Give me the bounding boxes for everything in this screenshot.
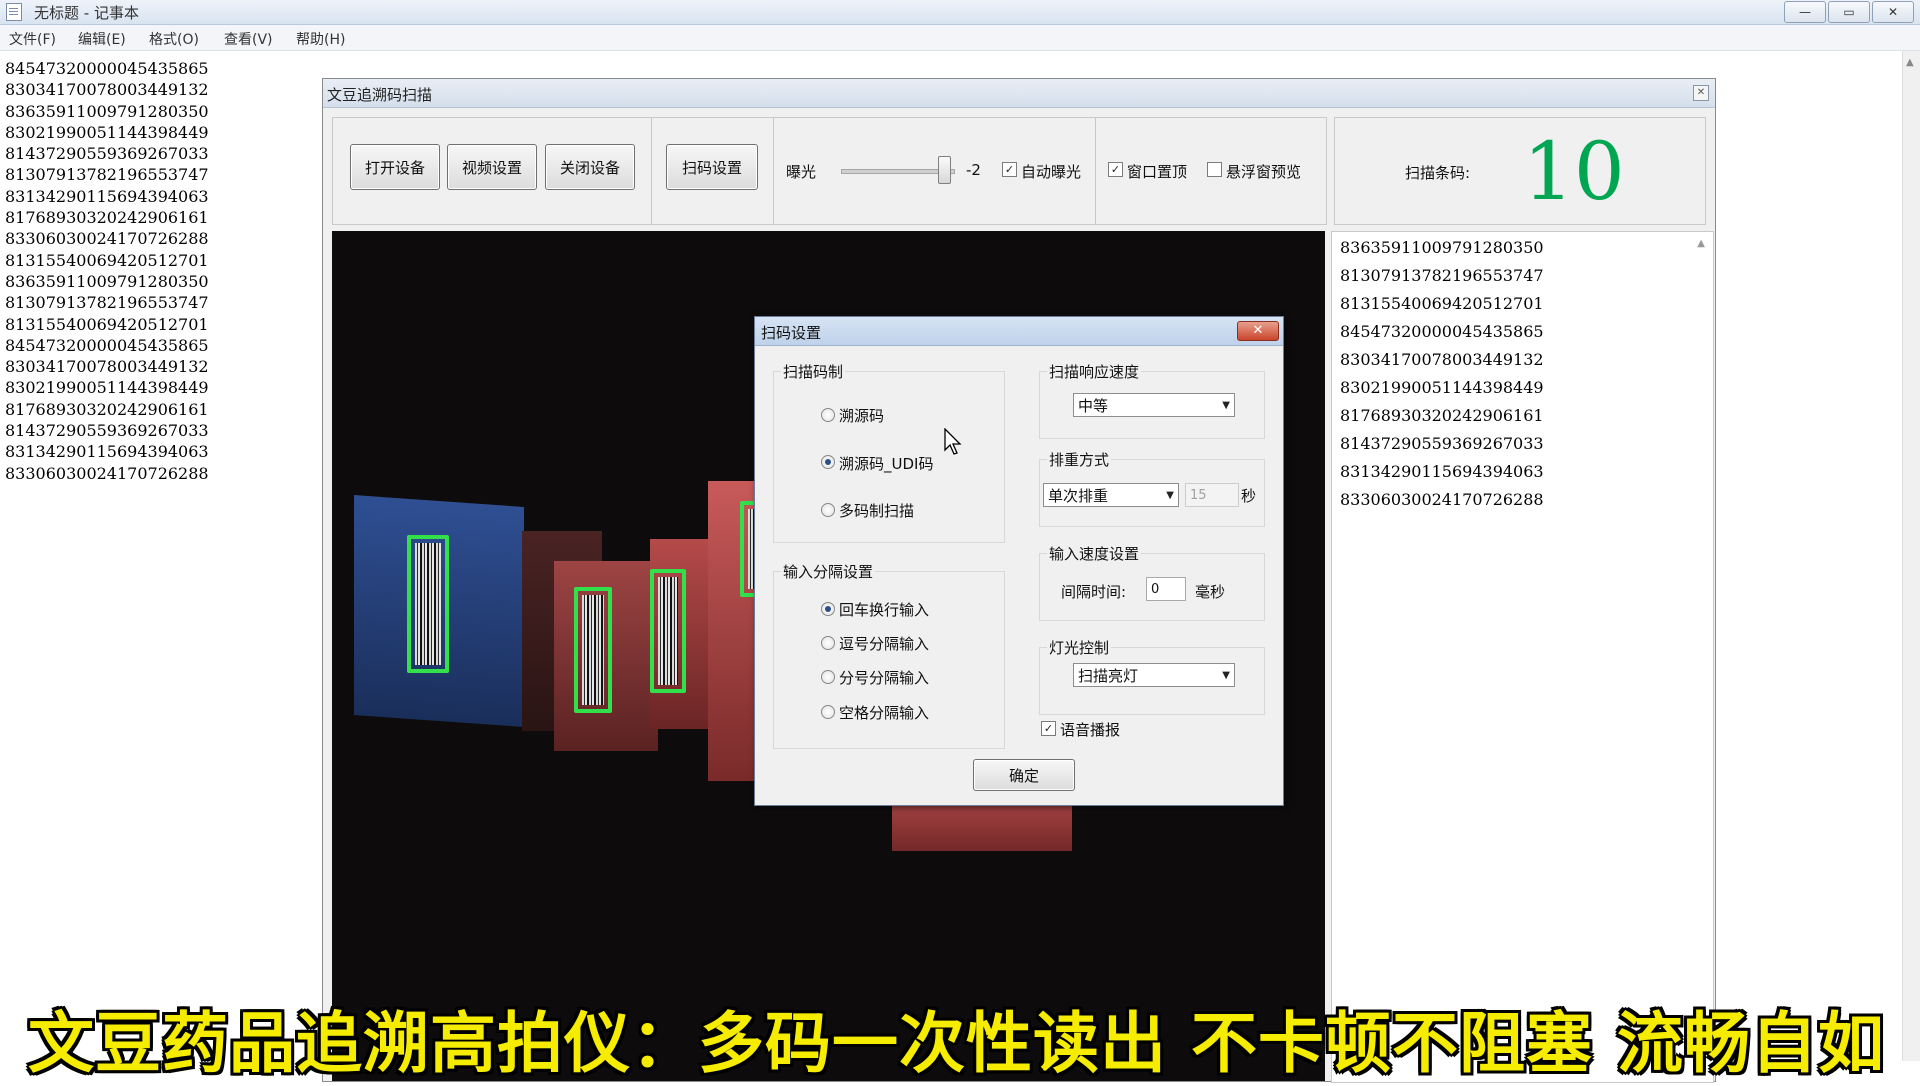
menu-help[interactable]: 帮助(H) <box>296 29 345 49</box>
chevron-down-icon: ▼ <box>1222 400 1230 411</box>
scan-settings-button[interactable]: 扫码设置 <box>666 144 758 190</box>
separator-radio-0[interactable] <box>821 602 835 616</box>
scan-count-value: 10 <box>1523 125 1625 218</box>
window-topmost-checkbox[interactable]: ✓ <box>1108 162 1123 177</box>
scanner-title: 文豆追溯码扫描 <box>327 86 433 104</box>
interval-unit: 毫秒 <box>1195 583 1226 601</box>
scroll-up-arrow-icon[interactable]: ▲ <box>1906 57 1914 68</box>
separator-option-label: 回车换行输入 <box>839 601 930 619</box>
menu-format[interactable]: 格式(O) <box>149 29 199 49</box>
symbology-group-title: 扫描码制 <box>781 361 846 382</box>
chevron-down-icon: ▼ <box>1166 490 1174 501</box>
separator-option-label: 分号分隔输入 <box>839 669 930 687</box>
barcode-detection-frame <box>407 535 449 673</box>
notepad-menubar: 文件(F) 编辑(E) 格式(O) 查看(V) 帮助(H) <box>0 25 1920 51</box>
ok-button[interactable]: 确定 <box>973 759 1075 791</box>
result-item[interactable]: 84547320000045435865 <box>1340 322 1544 341</box>
result-item[interactable]: 83134290115694394063 <box>1340 462 1544 481</box>
separator-group-title: 输入分隔设置 <box>781 561 876 582</box>
symbology-option-label: 溯源码 <box>839 407 885 425</box>
result-item[interactable]: 83635911009791280350 <box>1340 238 1544 257</box>
notepad-scrollbar[interactable]: ▲ <box>1902 51 1920 1061</box>
menu-file[interactable]: 文件(F) <box>9 29 56 49</box>
menu-view[interactable]: 查看(V) <box>224 29 273 49</box>
result-item[interactable]: 81437290559369267033 <box>1340 434 1544 453</box>
voice-label: 语音播报 <box>1060 721 1121 739</box>
light-value: 扫描亮灯 <box>1078 667 1139 685</box>
light-select[interactable]: 扫描亮灯 ▼ <box>1073 663 1235 687</box>
toolbar-divider <box>651 118 652 224</box>
minimize-button[interactable]: — <box>1784 1 1826 23</box>
dialog-titlebar: 扫码设置 ✕ <box>755 317 1283 346</box>
toolbar-panel: 打开设备 视频设置 关闭设备 扫码设置 曝光 -2 ✓ 自动曝光 ✓ 窗口置顶 … <box>332 117 1327 225</box>
separator-option-label: 逗号分隔输入 <box>839 635 930 653</box>
scan-results-list[interactable]: ▲ 83635911009791280350 813079137821965537… <box>1331 231 1714 1083</box>
symbology-radio-1[interactable] <box>821 455 835 469</box>
notepad-text-area[interactable]: 84547320000045435865 8303417007800344913… <box>5 58 209 484</box>
notepad-titlebar: 无标题 - 记事本 — ▭ ✕ <box>0 0 1920 25</box>
result-item[interactable]: 81307913782196553747 <box>1340 266 1544 285</box>
interval-label: 间隔时间: <box>1061 583 1127 601</box>
notepad-app-icon <box>6 3 22 21</box>
toolbar-divider <box>1095 118 1096 224</box>
dedup-value: 单次排重 <box>1048 487 1109 505</box>
exposure-slider-thumb[interactable] <box>938 156 951 184</box>
exposure-label: 曝光 <box>786 163 817 181</box>
notepad-title: 无标题 - 记事本 <box>34 4 139 22</box>
auto-exposure-checkbox[interactable]: ✓ <box>1002 162 1017 177</box>
result-item[interactable]: 83034170078003449132 <box>1340 350 1544 369</box>
barcode-detection-frame <box>574 587 612 713</box>
floating-preview-checkbox[interactable] <box>1207 162 1222 177</box>
video-settings-button[interactable]: 视频设置 <box>447 144 537 190</box>
window-topmost-label: 窗口置顶 <box>1127 163 1188 181</box>
response-speed-value: 中等 <box>1078 397 1109 415</box>
result-item[interactable]: 83021990051144398449 <box>1340 378 1544 397</box>
scanner-close-button[interactable]: ✕ <box>1693 85 1709 101</box>
mouse-cursor-icon <box>944 428 962 455</box>
voice-checkbox[interactable]: ✓ <box>1041 721 1056 736</box>
restore-button[interactable]: ▭ <box>1828 1 1870 23</box>
result-item[interactable]: 81768930320242906161 <box>1340 406 1544 425</box>
floating-preview-label: 悬浮窗预览 <box>1226 163 1302 181</box>
close-device-button[interactable]: 关闭设备 <box>545 144 635 190</box>
results-scroll-up-icon[interactable]: ▲ <box>1697 238 1705 249</box>
result-item[interactable]: 81315540069420512701 <box>1340 294 1544 313</box>
interval-input[interactable]: 0 <box>1146 577 1186 601</box>
separator-radio-1[interactable] <box>821 636 835 650</box>
input-speed-title: 输入速度设置 <box>1047 543 1142 564</box>
symbology-option-label: 多码制扫描 <box>839 502 915 520</box>
video-caption: 文豆药品追溯高拍仪：多码一次性读出 不卡顿不阻塞 流畅自如 <box>28 1005 1885 1082</box>
dialog-close-button[interactable]: ✕ <box>1237 321 1279 341</box>
menu-edit[interactable]: 编辑(E) <box>78 29 126 49</box>
auto-exposure-label: 自动曝光 <box>1021 163 1082 181</box>
scan-count-label: 扫描条码: <box>1405 164 1471 182</box>
dedup-title: 排重方式 <box>1047 449 1112 470</box>
separator-radio-3[interactable] <box>821 705 835 719</box>
barcode-detection-frame <box>650 569 686 693</box>
response-speed-select[interactable]: 中等 ▼ <box>1073 393 1235 417</box>
response-speed-title: 扫描响应速度 <box>1047 361 1142 382</box>
dialog-title: 扫码设置 <box>761 324 822 342</box>
symbology-radio-0[interactable] <box>821 408 835 422</box>
dedup-seconds-input[interactable]: 15 <box>1185 483 1239 507</box>
dedup-select[interactable]: 单次排重 ▼ <box>1043 483 1179 507</box>
result-item[interactable]: 83306030024170726288 <box>1340 490 1544 509</box>
scanner-titlebar: 文豆追溯码扫描 ✕ <box>323 79 1715 108</box>
toolbar-divider <box>773 118 774 224</box>
exposure-value: -2 <box>966 161 981 179</box>
scan-count-panel: 扫描条码: 10 <box>1334 117 1706 225</box>
scan-settings-dialog: 扫码设置 ✕ 扫描码制 溯源码 溯源码_UDI码 多码制扫描 输入分隔设置 回车… <box>754 316 1284 806</box>
separator-radio-2[interactable] <box>821 670 835 684</box>
light-title: 灯光控制 <box>1047 637 1112 658</box>
dedup-seconds-unit: 秒 <box>1241 487 1257 505</box>
separator-option-label: 空格分隔输入 <box>839 704 930 722</box>
window-controls: — ▭ ✕ <box>1782 1 1914 23</box>
close-window-button[interactable]: ✕ <box>1872 1 1914 23</box>
chevron-down-icon: ▼ <box>1222 670 1230 681</box>
symbology-option-label: 溯源码_UDI码 <box>839 455 934 473</box>
open-device-button[interactable]: 打开设备 <box>350 144 440 190</box>
symbology-radio-2[interactable] <box>821 503 835 517</box>
